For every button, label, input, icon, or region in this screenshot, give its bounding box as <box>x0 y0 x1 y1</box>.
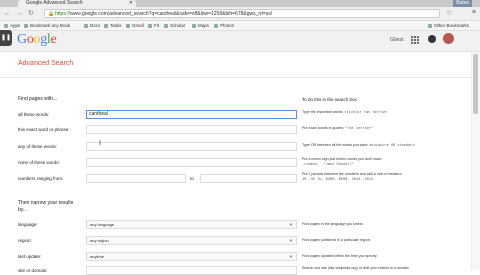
none-words-label: none of these words: <box>18 160 60 165</box>
last-update-select[interactable]: anytime ▼ <box>86 252 297 261</box>
bookmark-icon <box>164 23 168 28</box>
any-words-input[interactable] <box>86 142 297 151</box>
apps-grid-icon[interactable] <box>410 35 419 44</box>
bookmark-star-icon[interactable]: ☆ <box>446 9 452 18</box>
exact-phrase-input[interactable] <box>86 125 297 134</box>
tab-title: Google Advanced Search <box>26 0 83 6</box>
language-hint: Find pages in the language you select. <box>302 222 364 226</box>
dropdown-caret-icon: ▼ <box>289 238 293 243</box>
bookmark-item[interactable]: Tasks <box>104 22 122 29</box>
google-header: Google Gbest <box>0 31 480 52</box>
bookmark-item[interactable]: Apps <box>4 22 20 29</box>
range-to-input[interactable] <box>200 174 297 183</box>
profile-badge[interactable]: Bates <box>453 0 472 7</box>
address-bar[interactable]: 🔒 https://www.google.com/advanced_search… <box>44 9 440 18</box>
bookmark-icon <box>214 23 218 28</box>
folder-icon <box>428 23 432 28</box>
language-select[interactable]: any language ▼ <box>86 220 297 229</box>
bookmark-item[interactable]: Fit <box>148 22 159 29</box>
other-bookmarks[interactable]: Other Bookmarks <box>428 22 469 29</box>
region-label: region: <box>18 238 32 243</box>
text-cursor-icon: I <box>99 140 101 147</box>
site-domain-label: site or domain: <box>18 268 48 273</box>
range-from-input[interactable] <box>86 174 186 183</box>
bookmark-icon <box>84 23 88 28</box>
bookmark-icon <box>24 23 28 28</box>
avatar[interactable] <box>443 33 454 44</box>
title-bar: Advanced Search <box>0 52 480 78</box>
do-heading: To do this in the search box <box>302 97 357 102</box>
close-icon[interactable]: ✕ <box>129 0 133 7</box>
bookmark-icon <box>126 23 130 28</box>
scrollbar[interactable] <box>471 52 480 270</box>
notifications-icon[interactable] <box>428 35 436 43</box>
any-words-hint: Type OR between all the words you want: … <box>302 143 415 148</box>
apps-icon <box>4 23 8 28</box>
google-logo[interactable]: Google <box>17 32 57 48</box>
range-label: numbers ranging from: <box>18 176 64 181</box>
url-scheme: https:// <box>55 11 71 17</box>
reload-icon[interactable]: ↻ <box>28 9 34 18</box>
bookmark-item[interactable]: Bookmark any Book <box>24 22 70 29</box>
bookmark-icon <box>192 23 196 28</box>
dropdown-caret-icon: ▼ <box>289 254 293 259</box>
language-label: language: <box>18 222 38 227</box>
site-domain-input[interactable] <box>86 266 297 275</box>
back-icon[interactable]: ← <box>4 9 11 18</box>
exact-phrase-hint: Put exact words in quotes: "rat terrier" <box>302 126 374 131</box>
logo-letter: g <box>40 32 47 47</box>
menu-icon[interactable]: ≡ <box>472 9 476 16</box>
all-words-label: all these words: <box>18 112 50 117</box>
find-heading: Find pages with... <box>18 96 58 102</box>
none-words-input[interactable] <box>86 158 297 167</box>
bookmark-item[interactable]: Gmail <box>126 22 144 29</box>
all-words-hint: Type the important words: tricolor rat t… <box>302 110 388 115</box>
bookmark-item[interactable]: Photos <box>214 22 234 29</box>
lock-icon: 🔒 <box>48 11 55 17</box>
side-panel-handle[interactable]: ❚❚ <box>0 30 12 46</box>
bookmark-icon <box>148 23 152 28</box>
exact-phrase-label: this exact word or phrase: <box>18 127 70 132</box>
region-select[interactable]: any region ▼ <box>86 236 297 245</box>
scrollbar-thumb[interactable] <box>473 54 478 114</box>
logo-letter: e <box>50 32 57 47</box>
browser-toolbar: ← → ↻ 🔒 https://www.google.com/advanced_… <box>0 7 480 21</box>
range-to-label: to <box>190 176 194 181</box>
page-title: Advanced Search <box>18 60 74 67</box>
bookmark-item[interactable]: Scholar <box>164 22 185 29</box>
none-words-hint: Put a minus sign just before words you d… <box>302 157 382 167</box>
last-update-label: last update: <box>18 254 42 259</box>
region-hint: Find pages published in a particular reg… <box>302 238 371 242</box>
bookmarks-bar: Apps Bookmark any Book Docs Tasks Gmail … <box>0 21 480 31</box>
tab-strip: Google Advanced Search ✕ Bates <box>0 0 480 7</box>
logo-letter: G <box>17 32 27 47</box>
bookmark-item[interactable]: Docs <box>84 22 100 29</box>
range-hint: Put 2 periods between the numbers and ad… <box>302 172 403 182</box>
logo-letter: o <box>26 32 34 47</box>
last-update-hint: Find pages updated within the time you s… <box>302 254 378 258</box>
tab-google-advanced-search[interactable]: Google Advanced Search ✕ <box>18 0 136 7</box>
bookmark-icon <box>104 23 108 28</box>
header-link[interactable]: Gbest <box>390 37 403 43</box>
url-text: www.google.com/advanced_search?q=canthea… <box>70 11 272 17</box>
bookmark-item[interactable]: Maps <box>192 22 209 29</box>
all-words-input[interactable]: cantheal <box>86 110 297 119</box>
forward-icon[interactable]: → <box>16 9 23 18</box>
narrow-heading: Then narrow your results by... <box>18 200 74 213</box>
dropdown-caret-icon: ▼ <box>289 222 293 227</box>
any-words-label: any of these words: <box>18 144 58 149</box>
